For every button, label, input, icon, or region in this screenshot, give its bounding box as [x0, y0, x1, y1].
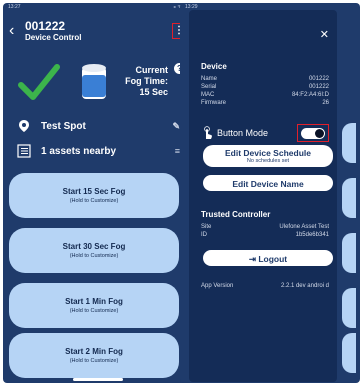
device-mac-row: MAC 84:F2:A4:6I:D: [201, 92, 329, 98]
device-section-title: Device: [201, 62, 227, 71]
device-name-row: Name 001222: [201, 76, 329, 82]
close-icon[interactable]: ✕: [320, 28, 329, 41]
assets-row[interactable]: 1 assets nearby ≡: [17, 143, 180, 159]
controller-id-row: ID 1b5de6b341: [201, 232, 329, 238]
device-id-title: 001222: [25, 19, 66, 33]
location-pin-icon: [19, 120, 29, 132]
toggle-knob: [315, 128, 324, 138]
page-subtitle: Device Control: [25, 33, 82, 42]
edit-device-schedule-button[interactable]: Edit Device Schedule No schedules set: [203, 145, 333, 167]
spot-row[interactable]: Test Spot ✎: [17, 118, 180, 134]
button-mode-label: Button Mode: [217, 128, 269, 138]
start-15-sec-fog-button[interactable]: Start 15 Sec Fog (Hold to Customize): [9, 173, 179, 218]
list-icon: [17, 144, 31, 158]
app-bar: ‹ 001222 Device Control ⋮: [3, 13, 192, 49]
device-control-screen: 13:27 ⁎ ᯤ.ıll ‹ 001222 Device Control ⋮ …: [3, 3, 192, 383]
spot-name: Test Spot: [41, 120, 86, 132]
assets-nearby: 1 assets nearby: [41, 145, 117, 157]
background-button: [342, 233, 356, 273]
button-mode-row: Button Mode: [201, 124, 329, 142]
status-bar: 13:27 ⁎ ᯤ.ıll: [3, 3, 192, 11]
edit-device-name-button[interactable]: Edit Device Name: [203, 175, 333, 191]
current-fog-time: Current Fog Time: 15 Sec: [125, 65, 168, 97]
background-button: [342, 288, 356, 328]
button-mode-toggle-highlight: [297, 124, 329, 142]
button-mode-toggle[interactable]: [301, 127, 325, 139]
app-version-row: App Version 2.2.1 dev androi d: [201, 283, 329, 289]
touch-icon: [204, 126, 212, 139]
back-arrow-icon[interactable]: ‹: [9, 23, 14, 39]
background-button: [342, 123, 356, 163]
site-row: Site Ulefone Asset Test: [201, 224, 329, 230]
logout-icon: ⇥: [248, 254, 259, 264]
home-indicator: [72, 378, 123, 381]
start-2-min-fog-button[interactable]: Start 2 Min Fog (Hold to Customize): [9, 333, 179, 378]
status-time: 13:27: [8, 4, 21, 10]
edit-spot-icon[interactable]: ✎: [172, 121, 180, 132]
checkmark-icon: [18, 64, 60, 100]
device-firmware-row: Firmware 26: [201, 100, 329, 106]
device-settings-drawer: ✕ Device Name 001222 Serial 001222 MAC 8…: [189, 10, 337, 382]
trusted-controller-title: Trusted Controller: [201, 210, 271, 219]
logout-button[interactable]: ⇥ Logout: [203, 250, 333, 266]
background-button: [342, 178, 356, 218]
start-30-sec-fog-button[interactable]: Start 30 Sec Fog (Hold to Customize): [9, 228, 179, 273]
background-button: [342, 333, 356, 373]
device-serial-row: Serial 001222: [201, 84, 329, 90]
start-1-min-fog-button[interactable]: Start 1 Min Fog (Hold to Customize): [9, 283, 179, 328]
